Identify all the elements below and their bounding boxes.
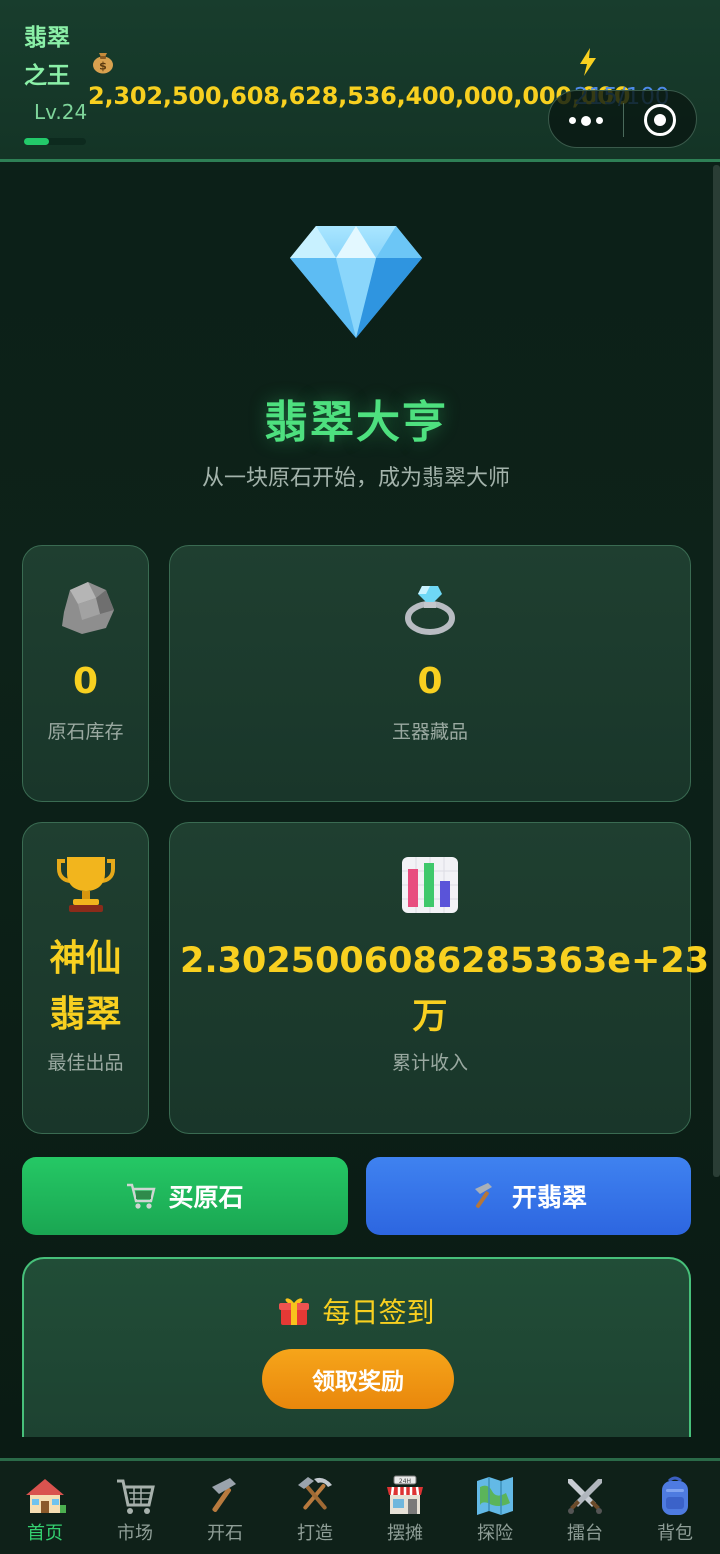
buy-stone-button[interactable]: 买原石: [22, 1157, 348, 1235]
nav-label: 探险: [477, 1523, 513, 1544]
nav-label: 背包: [657, 1523, 693, 1544]
crossed-swords-icon: [568, 1479, 602, 1514]
trophy-icon: [56, 857, 115, 912]
close-target-icon[interactable]: [644, 104, 676, 136]
gift-icon: [279, 1298, 310, 1325]
money-bag-icon: $: [93, 53, 113, 74]
total-income-value: 2.3025006086285363e+23万: [180, 941, 710, 1037]
nav-item-arena[interactable]: 擂台: [540, 1461, 630, 1554]
top-status-bar: 翡翠 之王 Lv.24 $ 2,302,500,608,628,536,400,…: [0, 0, 720, 162]
more-menu-button[interactable]: [569, 115, 603, 126]
map-icon: [477, 1477, 513, 1515]
app-title-line-2: 之王: [24, 63, 70, 89]
open-jade-label: 开翡翠: [511, 1183, 587, 1212]
nav-item-craft[interactable]: 打造: [270, 1461, 360, 1554]
app-root: 翡翠 之王 Lv.24 $ 2,302,500,608,628,536,400,…: [0, 0, 720, 1554]
nav-item-stall[interactable]: 24H 摆摊: [360, 1461, 450, 1554]
buy-stone-label: 买原石: [168, 1183, 244, 1212]
daily-checkin-card: 每日签到 领取奖励: [22, 1257, 691, 1437]
bar-chart-icon: [402, 857, 458, 913]
nav-item-market[interactable]: 市场: [90, 1461, 180, 1554]
backpack-icon: [662, 1476, 688, 1515]
player-level: Lv.24: [34, 100, 88, 124]
stone-inventory-value: 0: [72, 661, 99, 702]
hammer-pick-icon: [298, 1477, 332, 1510]
house-icon: [26, 1479, 66, 1513]
nav-label: 摆摊: [387, 1523, 423, 1544]
app-title-line-1: 翡翠: [24, 25, 70, 51]
daily-checkin-header: 每日签到: [24, 1291, 689, 1331]
nav-item-explore[interactable]: 探险: [450, 1461, 540, 1554]
stat-card-jade-collection[interactable]: 0 玉器藏品: [169, 545, 691, 802]
stat-card-best-product[interactable]: 神仙翡翠 最佳出品: [22, 822, 149, 1134]
money-balance: 2,302,500,608,628,536,400,000,000,000: [88, 82, 631, 110]
hammer-icon: [212, 1478, 236, 1512]
open-jade-button[interactable]: 开翡翠: [366, 1157, 691, 1235]
capsule-divider: [623, 103, 624, 137]
best-product-value: 神仙翡翠: [49, 938, 122, 1035]
hero-title: 翡翠大亨: [264, 397, 448, 448]
claim-reward-button[interactable]: 领取奖励: [262, 1349, 454, 1409]
nav-label: 首页: [27, 1523, 63, 1544]
best-product-label: 最佳出品: [47, 1052, 124, 1074]
cart-icon: [127, 1183, 157, 1209]
ring-icon: [405, 586, 455, 635]
hero-subtitle: 从一块原石开始，成为翡翠大师: [201, 466, 510, 491]
nav-item-open-stone[interactable]: 开石: [180, 1461, 270, 1554]
xp-progress-fill: [24, 138, 49, 145]
svg-text:24H: 24H: [399, 1478, 411, 1485]
stone-inventory-label: 原石库存: [47, 721, 124, 743]
nav-label: 擂台: [567, 1523, 603, 1544]
stat-card-total-income[interactable]: 2.3025006086285363e+23万 累计收入: [169, 822, 710, 1134]
nav-item-backpack[interactable]: 背包: [630, 1461, 720, 1554]
xp-progress-bar: [24, 138, 86, 145]
nav-label: 打造: [297, 1523, 333, 1544]
jade-collection-value: 0: [417, 661, 443, 702]
lightning-icon: [580, 48, 596, 76]
svg-text:$: $: [99, 60, 107, 73]
total-income-label: 累计收入: [391, 1052, 468, 1074]
nav-label: 开石: [207, 1523, 243, 1544]
nav-label: 市场: [117, 1523, 153, 1544]
mini-program-capsule: [548, 90, 697, 148]
stat-card-stone-inventory[interactable]: 0 原石库存: [22, 545, 149, 802]
jade-collection-label: 玉器藏品: [391, 721, 468, 743]
rock-icon: [61, 582, 114, 634]
cart-icon: [117, 1479, 155, 1514]
nav-item-home[interactable]: 首页: [0, 1461, 90, 1554]
scrollbar[interactable]: [713, 165, 720, 1177]
hammer-icon: [474, 1183, 492, 1209]
bottom-nav: 首页 市场 开石 打造 24H 摆摊 探险 擂台 背包: [0, 1458, 720, 1554]
diamond-icon: [290, 226, 422, 338]
daily-checkin-title: 每日签到: [322, 1296, 435, 1329]
shop-icon: 24H: [387, 1475, 423, 1514]
